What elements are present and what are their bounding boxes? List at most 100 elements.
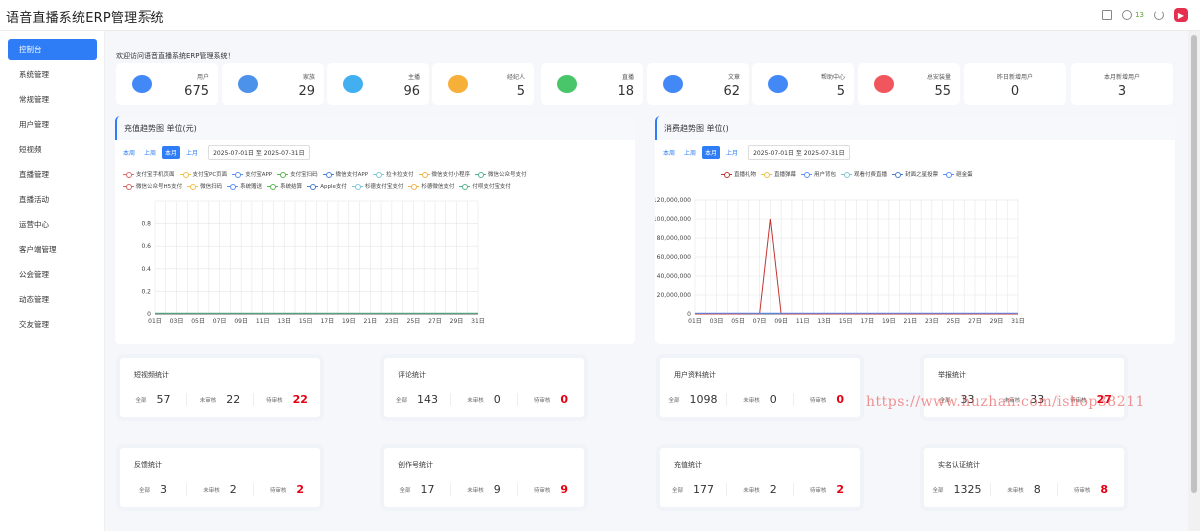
stat-label: 帮助中心 xyxy=(820,74,845,81)
logout-icon[interactable] xyxy=(1154,10,1164,20)
mini-stat-col: 全部 177 xyxy=(660,483,726,496)
mini-stat-col: 未审核 8 xyxy=(990,483,1057,496)
stat-card[interactable]: 本月新增用户 3 xyxy=(1071,63,1173,105)
notification-icon[interactable] xyxy=(1122,10,1133,20)
x-tick-label: 27日 xyxy=(428,318,442,325)
mini-stat-title: 评论统计 xyxy=(398,371,426,379)
x-tick-label: 19日 xyxy=(882,318,896,325)
stat-card[interactable]: 文章 62 xyxy=(647,63,749,105)
mini-stat-card[interactable]: 创作号统计 全部 17 未审核 9 待审核 9 xyxy=(380,444,588,511)
mini-stat-label: 未审核 xyxy=(1007,487,1024,494)
mini-stat-label: 全部 xyxy=(399,487,411,494)
stat-label: 主播 xyxy=(407,74,420,81)
mini-stat-col: 未审核 0 xyxy=(450,393,517,406)
stat-card[interactable]: 经纪人 5 xyxy=(432,63,534,105)
sidebar-item-operations[interactable]: 运营中心 xyxy=(8,214,97,235)
mini-stat-col: 待审核 0 xyxy=(517,393,584,406)
mini-stat-value: 9 xyxy=(560,483,569,496)
mini-stat-col: 未审核 9 xyxy=(450,483,517,496)
sidebar-item-live-events[interactable]: 直播活动 xyxy=(8,189,97,210)
mini-stat-title: 充值统计 xyxy=(674,461,702,469)
mini-stat-value: 22 xyxy=(292,393,308,406)
x-tick-label: 27日 xyxy=(968,318,982,325)
scroll-thumb[interactable] xyxy=(1191,35,1197,493)
mini-stat-title: 实名认证统计 xyxy=(938,461,980,469)
mini-stat-card[interactable]: 举报统计 全部 33 未审核 33 待审核 27 xyxy=(920,354,1128,421)
mini-stat-card[interactable]: 反馈统计 全部 3 未审核 2 待审核 2 xyxy=(116,444,324,511)
mini-stat-value: 0 xyxy=(769,393,777,406)
sidebar-item-system[interactable]: 系统管理 xyxy=(8,64,97,85)
mini-stat-label: 未审核 xyxy=(199,397,217,404)
mini-stat-row: 全部 177 未审核 2 待审核 2 xyxy=(660,483,860,496)
home-icon[interactable] xyxy=(1102,10,1113,20)
y-tick-label: 0.6 xyxy=(141,243,151,250)
mini-stat-value: 177 xyxy=(693,483,714,496)
stat-value: 62 xyxy=(723,84,740,99)
y-tick-label: 80,000,000 xyxy=(657,235,692,242)
x-tick-label: 29日 xyxy=(450,318,464,325)
avatar[interactable]: ▶ xyxy=(1174,8,1188,22)
x-tick-label: 09日 xyxy=(234,318,248,325)
stat-label: 经纪人 xyxy=(506,74,525,81)
x-tick-label: 19日 xyxy=(342,318,356,325)
y-tick-label: 120,000,000 xyxy=(655,197,691,204)
consume-chart: 0 20,000,000 40,000,000 60,000,000 80,000,00… xyxy=(655,197,1025,325)
mini-stat-title: 创作号统计 xyxy=(398,461,433,469)
mini-stat-card[interactable]: 充值统计全部 177 未审核 2 待审核 2 xyxy=(656,444,864,511)
sidebar-item-users[interactable]: 用户管理 xyxy=(8,114,97,135)
install-icon xyxy=(874,75,894,93)
stat-card[interactable]: 昨日新增用户 0 xyxy=(964,63,1066,105)
mini-stat-row: 全部 3 未审核 2 待审核 2 xyxy=(120,483,320,496)
mini-stat-label: 全部 xyxy=(668,397,680,404)
mini-stat-card[interactable]: 实名认证统计全部 1325 未审核 8 待审核 8 xyxy=(920,444,1128,511)
mini-stat-label: 待审核 xyxy=(269,487,287,494)
menu-toggle-icon[interactable] xyxy=(140,8,151,19)
mini-stat-col: 未审核 22 xyxy=(186,393,253,406)
stat-card[interactable]: 用户 675 xyxy=(116,63,218,105)
x-tick-label: 29日 xyxy=(990,318,1004,325)
sidebar-item-dashboard[interactable]: 控制台 xyxy=(8,39,97,60)
welcome-text: 欢迎访问语音直播系统ERP管理系统！ xyxy=(116,52,235,60)
sidebar-item-client[interactable]: 客户端管理 xyxy=(8,239,97,260)
mini-stat-value: 22 xyxy=(226,393,241,406)
sidebar-item-live[interactable]: 直播管理 xyxy=(8,164,97,185)
chat-icon xyxy=(343,75,363,93)
coin-icon xyxy=(448,75,468,93)
mini-stat-card[interactable]: 评论统计 全部 143 未审核 0 待审核 0 xyxy=(380,354,588,421)
mini-stat-col: 全部 1325 xyxy=(924,483,990,496)
live-icon xyxy=(557,75,577,93)
mini-stat-value: 3 xyxy=(160,483,167,496)
scrollbar[interactable] xyxy=(1188,31,1200,531)
sidebar-item-general[interactable]: 常规管理 xyxy=(8,89,97,110)
y-tick-label: 0 xyxy=(147,311,151,318)
stat-value: 18 xyxy=(617,84,634,99)
sidebar-item-short-video[interactable]: 短视频 xyxy=(8,139,97,160)
sidebar-item-guild[interactable]: 公会管理 xyxy=(8,264,97,285)
stat-card[interactable]: 家族 29 xyxy=(222,63,324,105)
stat-card[interactable]: 主播 96 xyxy=(327,63,429,105)
mini-stat-row: 全部 57 未审核 22 待审核 22 xyxy=(120,393,320,406)
mini-stat-value: 0 xyxy=(493,393,501,406)
stat-label: 家族 xyxy=(302,74,315,81)
mini-stat-label: 待审核 xyxy=(266,397,283,404)
sidebar-item-social[interactable]: 交友管理 xyxy=(8,314,97,335)
x-tick-label: 15日 xyxy=(839,318,853,325)
sidebar-item-moments[interactable]: 动态管理 xyxy=(8,289,97,310)
mini-stat-row: 全部 143 未审核 0 待审核 0 xyxy=(384,393,584,406)
x-tick-label: 07日 xyxy=(753,318,767,325)
mini-stat-card[interactable]: 用户资料统计 全部 1098 未审核 0 待审核 0 xyxy=(656,354,864,421)
mini-stat-col: 全部 1098 xyxy=(660,393,726,406)
mini-stat-label: 全部 xyxy=(395,397,407,404)
x-tick-label: 31日 xyxy=(1011,318,1025,325)
stat-card[interactable]: 帮助中心 5 xyxy=(752,63,854,105)
mini-stat-value: 2 xyxy=(836,483,845,496)
mini-stat-col: 未审核 2 xyxy=(186,483,253,496)
mini-stat-card[interactable]: 短视频统计 全部 57 未审核 22 待审核 22 xyxy=(116,354,324,421)
mini-stat-col: 待审核 8 xyxy=(1057,483,1124,496)
stat-value: 96 xyxy=(403,84,420,99)
stat-card[interactable]: 总安装量 55 xyxy=(858,63,960,105)
stat-value: 5 xyxy=(836,84,845,99)
stat-card[interactable]: 直播 18 xyxy=(541,63,643,105)
x-tick-label: 17日 xyxy=(320,318,334,325)
mini-stat-value: 17 xyxy=(420,483,435,496)
